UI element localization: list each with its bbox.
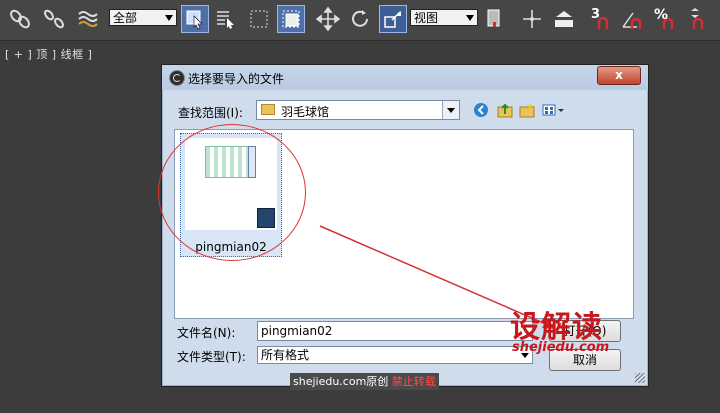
- watermark: shejiedu.com原创 禁止转载: [290, 373, 439, 390]
- brand-logo-en: shejiedu.com: [512, 340, 610, 355]
- watermark-original: 原创: [366, 375, 389, 388]
- watermark-forbid: 禁止转载: [391, 375, 436, 388]
- brand-logo: 设解读 shejiedu.com: [510, 302, 625, 356]
- watermark-site: shejiedu.com: [293, 375, 367, 388]
